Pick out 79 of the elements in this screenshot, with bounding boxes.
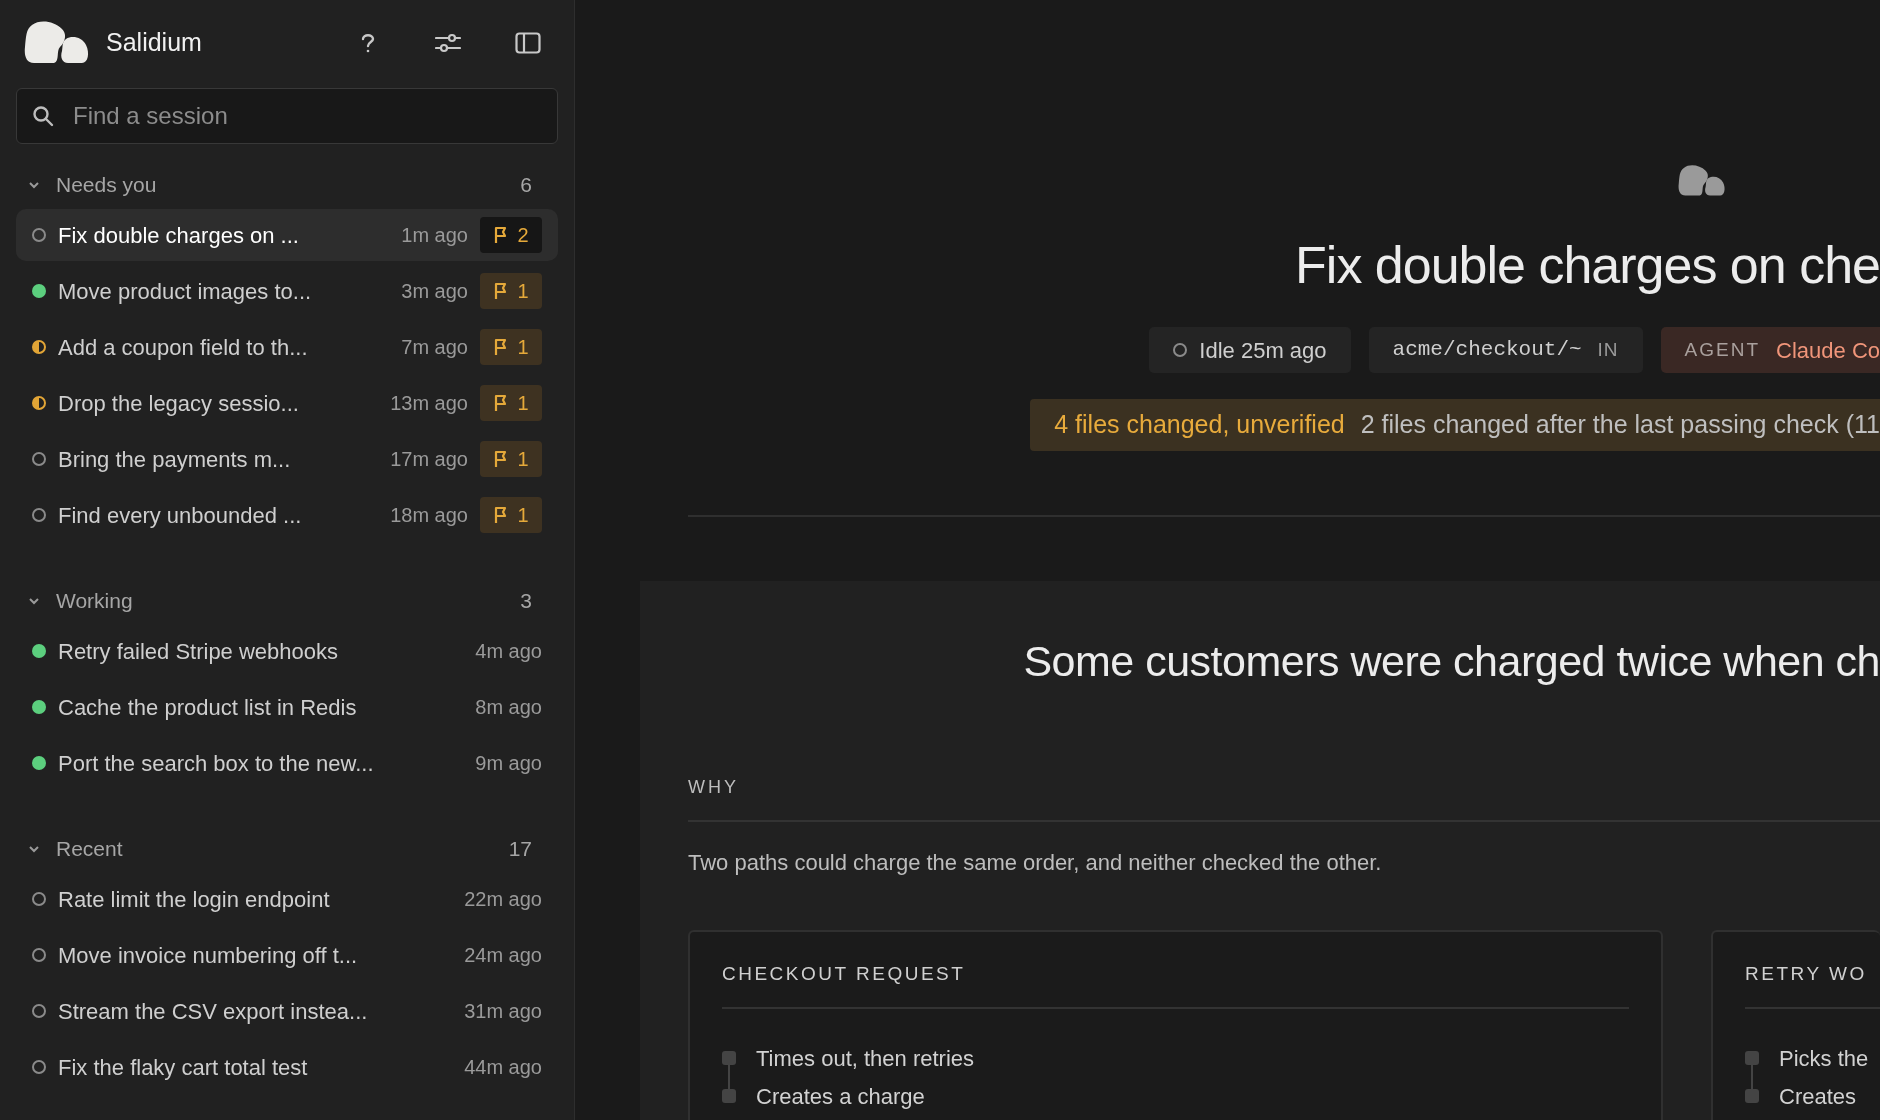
agent-label: AGENT — [1684, 337, 1761, 362]
session-title: Bring the payments m... — [58, 445, 291, 474]
session-title: Cache the product list in Redis — [58, 693, 357, 722]
chevron-icon[interactable] — [28, 181, 40, 189]
flag-badge: 1 — [480, 497, 542, 533]
session-item[interactable]: Add a coupon field to th... 7m ago 1 — [16, 321, 558, 373]
session-title: Stream the CSV export instea... — [58, 997, 368, 1026]
session-title: Add a coupon field to th... — [58, 333, 308, 362]
summary-heading: Some customers were charged twice when ch — [1023, 636, 1880, 687]
card-heading: CHECKOUT REQUEST — [722, 963, 966, 984]
chevron-icon[interactable] — [28, 597, 40, 605]
sliders-icon — [435, 32, 461, 54]
session-title: Fix double charges on che — [1295, 235, 1880, 295]
session-time: 9m ago — [475, 751, 542, 776]
session-title: Fix double charges on ... — [58, 221, 299, 250]
session-title: Retry failed Stripe webhooks — [58, 637, 339, 666]
card-heading: RETRY WO — [1745, 963, 1867, 984]
session-time: 31m ago — [464, 999, 542, 1024]
session-time: 44m ago — [464, 1055, 542, 1080]
session-item[interactable]: Drop the legacy sessio... 13m ago 1 — [16, 377, 558, 429]
banner-text: 2 files changed after the last passing check (11 — [1360, 409, 1880, 441]
banner-emphasis: 4 files changed, unverified — [1054, 409, 1345, 441]
group-label[interactable]: Working — [56, 585, 133, 617]
sidebar-icon — [515, 32, 541, 54]
session-item[interactable]: Move product images to... 3m ago 1 — [16, 265, 558, 317]
help-icon — [361, 33, 375, 53]
logo-icon — [24, 21, 90, 65]
session-item[interactable]: Bring the payments m... 17m ago 1 — [16, 433, 558, 485]
group-label[interactable]: Needs you — [56, 169, 157, 201]
session-title: Find every unbounded ... — [58, 501, 302, 530]
flag-badge: 1 — [480, 329, 542, 365]
session-item[interactable]: Cache the product list in Redis 8m ago — [16, 681, 558, 733]
session-time: 8m ago — [475, 695, 542, 720]
status-text: Idle 25m ago — [1199, 336, 1327, 365]
chevron-icon[interactable] — [28, 845, 40, 853]
session-title: Port the search box to the new... — [58, 749, 374, 778]
flag-badge: 1 — [480, 273, 542, 309]
session-item[interactable]: Retry failed Stripe webhooks 4m ago — [16, 625, 558, 677]
session-item[interactable]: Move invoice numbering off t... 24m ago — [16, 929, 558, 981]
app-name: Salidium — [106, 27, 202, 59]
session-item[interactable]: Port the search box to the new... 9m ago — [16, 737, 558, 789]
step-text: Creates — [1779, 1082, 1857, 1111]
session-title: Move product images to... — [58, 277, 312, 306]
session-time: 24m ago — [464, 943, 542, 968]
session-item[interactable]: Fix the flaky cart total test 44m ago — [16, 1041, 558, 1093]
group-count: 17 — [508, 836, 532, 863]
session-time: 7m ago — [401, 335, 468, 360]
step-text: Creates a charge — [756, 1082, 925, 1111]
session-title: Fix the flaky cart total test — [58, 1053, 308, 1082]
session-title: Move invoice numbering off t... — [58, 941, 358, 970]
step-text: Times out, then retries — [756, 1044, 975, 1073]
logo-icon — [1678, 165, 1726, 197]
session-time: 13m ago — [390, 391, 468, 416]
search-field[interactable]: Find a session — [16, 88, 558, 144]
session-time: 17m ago — [390, 447, 468, 472]
group-count: 3 — [520, 588, 532, 615]
session-time: 3m ago — [401, 279, 468, 304]
session-title: Drop the legacy sessio... — [58, 389, 299, 418]
session-item[interactable]: Rate limit the login endpoint 22m ago — [16, 873, 558, 925]
agent-name: Claude Co — [1776, 336, 1880, 365]
flag-badge: 1 — [480, 441, 542, 477]
session-time: 4m ago — [475, 639, 542, 664]
flag-badge: 2 — [480, 217, 542, 253]
why-text: Two paths could charge the same order, and neither checked the other. — [688, 849, 1383, 877]
flag-badge: 1 — [480, 385, 542, 421]
session-time: 22m ago — [464, 887, 542, 912]
step-text: Picks the — [1779, 1044, 1869, 1073]
session-item[interactable]: Stream the CSV export instea... 31m ago — [16, 985, 558, 1037]
session-item[interactable]: Fix double charges on ... 1m ago 2 — [16, 209, 558, 261]
group-label[interactable]: Recent — [56, 833, 123, 865]
search-icon — [32, 105, 54, 127]
session-title: Rate limit the login endpoint — [58, 885, 330, 914]
session-item[interactable]: Find every unbounded ... 18m ago 1 — [16, 489, 558, 541]
session-time: 18m ago — [390, 503, 468, 528]
path-suffix: IN — [1597, 337, 1619, 362]
session-time: 1m ago — [401, 223, 468, 248]
section-heading: WHY — [688, 777, 739, 797]
group-count: 6 — [520, 172, 532, 199]
repo-path: acme/checkout/~ — [1392, 337, 1582, 364]
